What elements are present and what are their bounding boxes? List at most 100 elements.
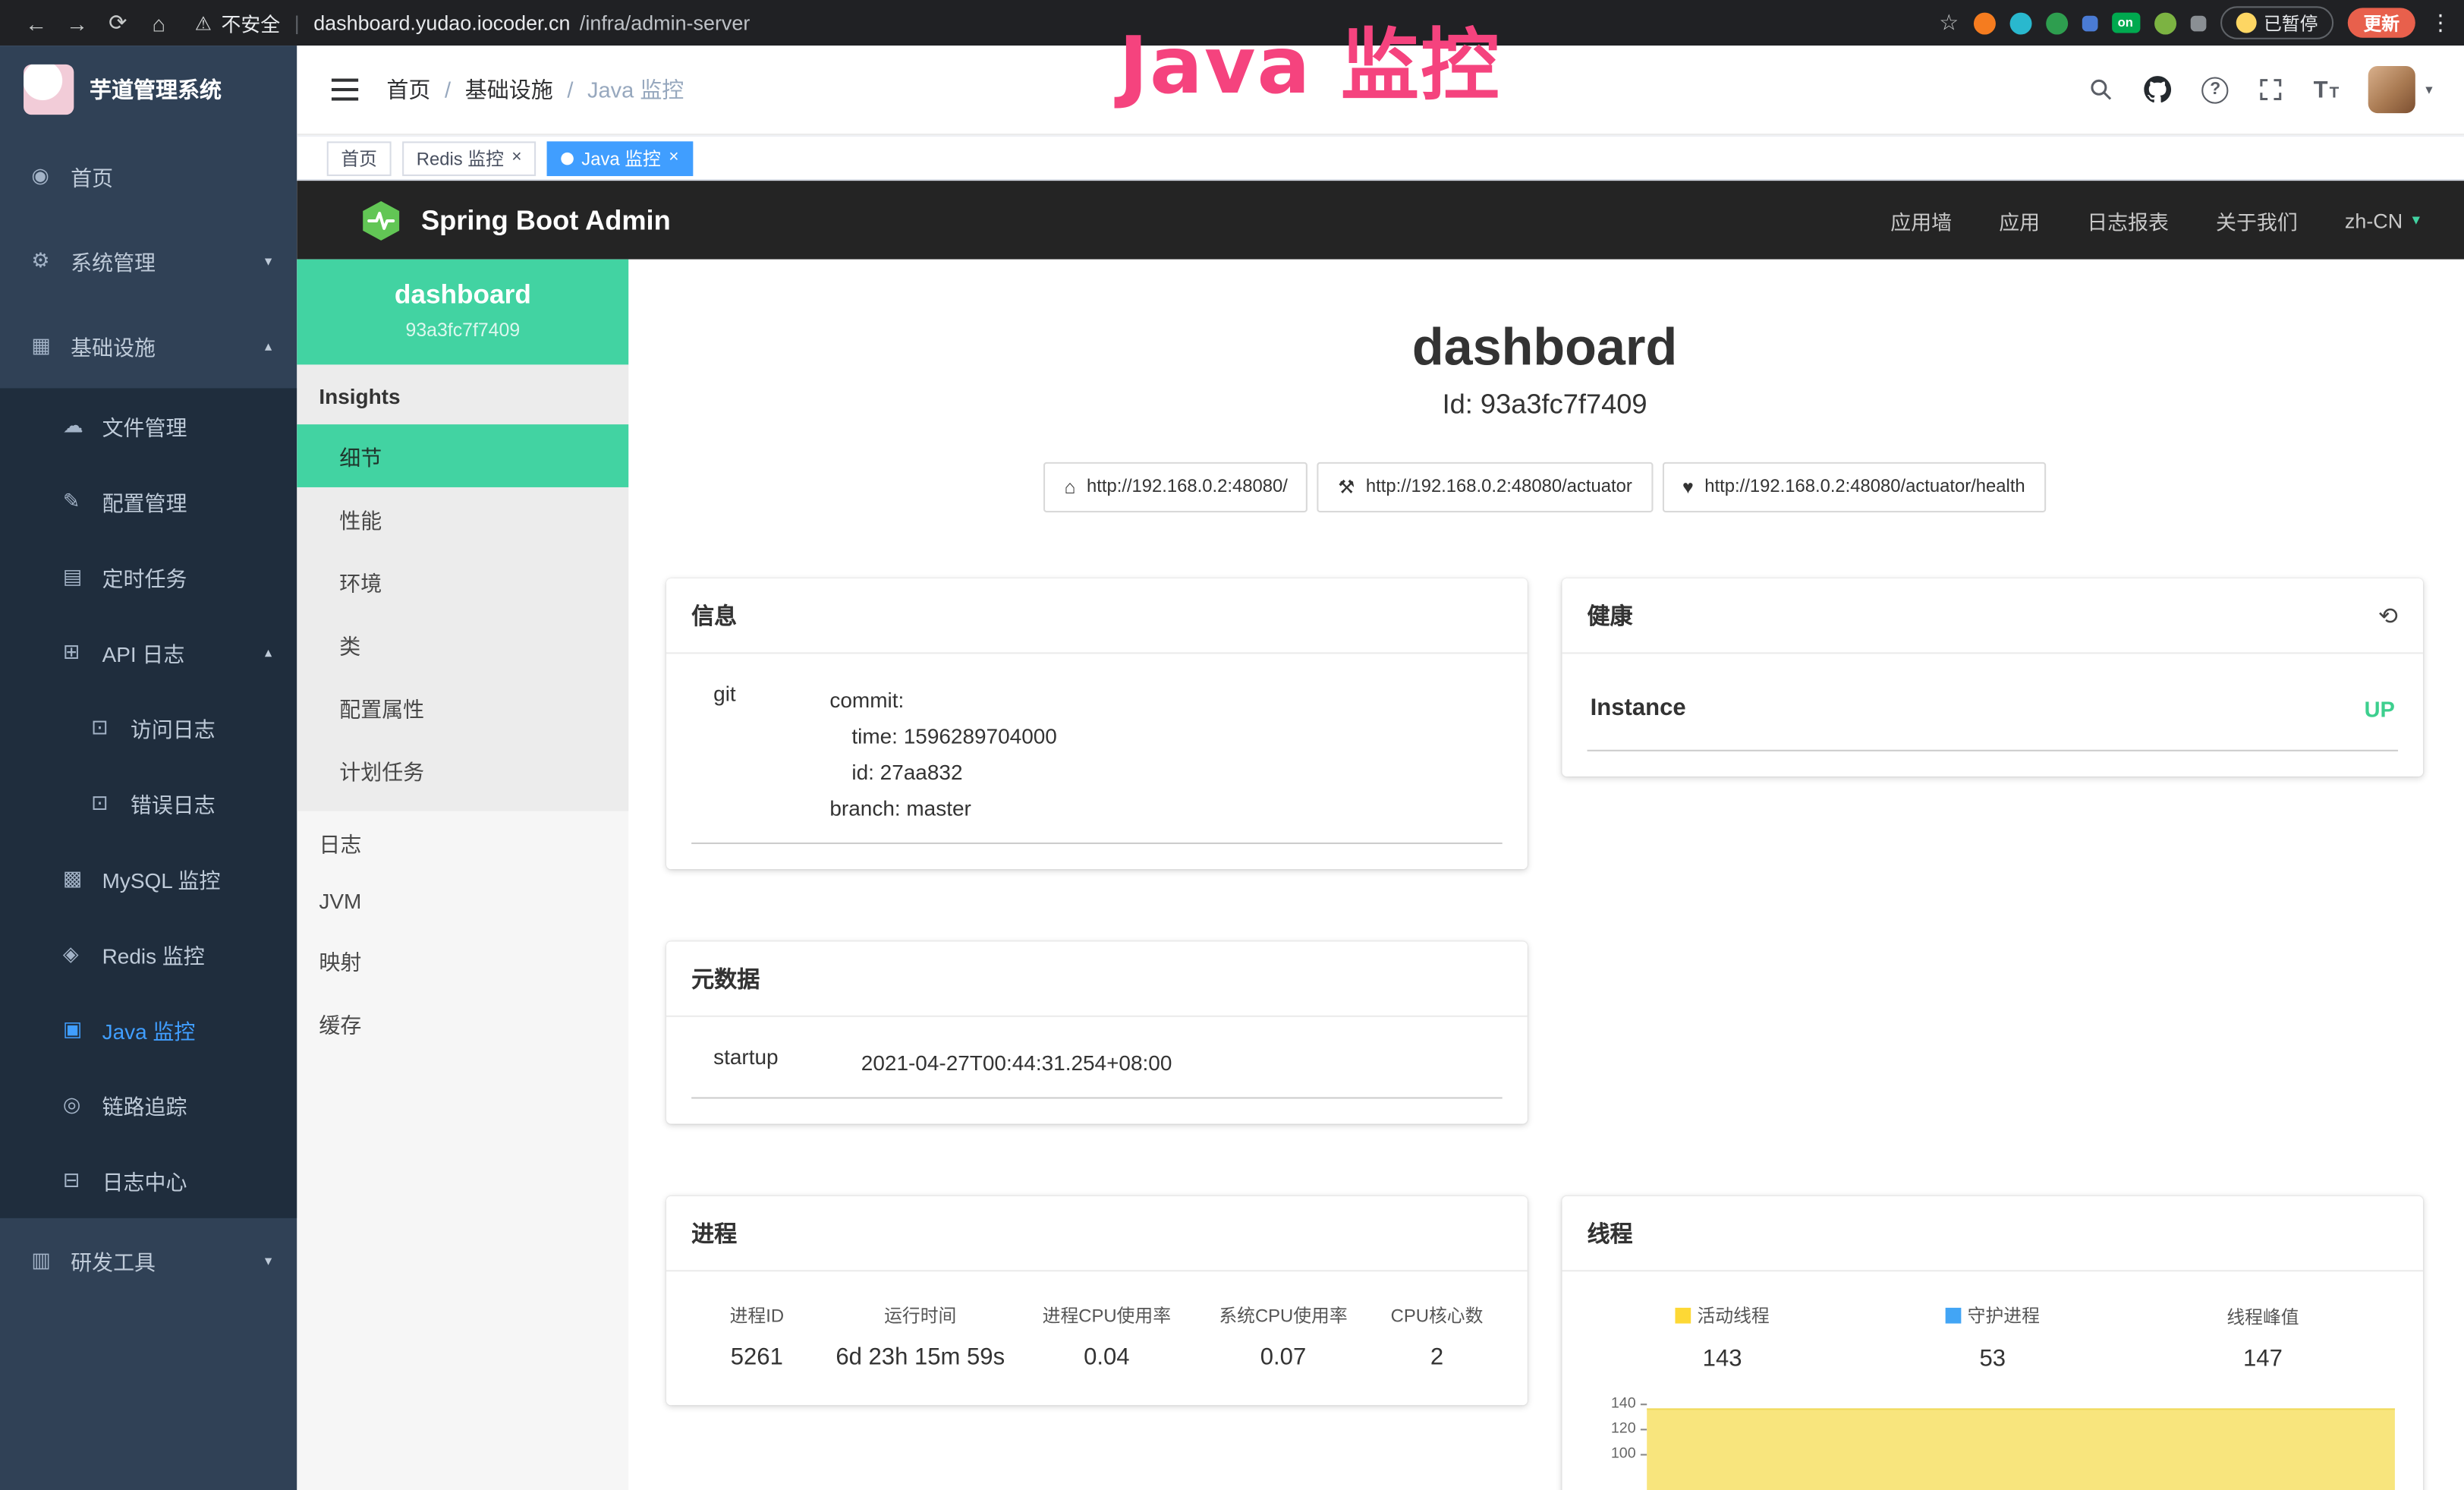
sidebar-item-devtools[interactable]: ▥ 研发工具 ▾	[0, 1218, 297, 1303]
extension-icon-2[interactable]	[2009, 12, 2031, 34]
tab-label: Java 监控	[581, 146, 661, 171]
service-url-button[interactable]: ⌂ http://192.168.0.2:48080/	[1044, 462, 1308, 512]
sba-item-caches[interactable]: 缓存	[297, 992, 628, 1055]
tab-redis[interactable]: Redis 监控 ×	[402, 140, 536, 175]
sba-nav-wall[interactable]: 应用墙	[1890, 205, 1952, 235]
address-bar[interactable]: ⚠ 不安全 | dashboard.yudao.iocoder.cn/infra…	[195, 8, 751, 37]
sba-language-select[interactable]: zh-CN ▾	[2345, 208, 2420, 232]
sba-item-details[interactable]: 细节	[297, 424, 628, 487]
breadcrumb-home[interactable]: 首页	[386, 74, 430, 105]
sba-instance-header[interactable]: dashboard 93a3fc7f7409	[297, 260, 628, 365]
chevron-up-icon: ▴	[265, 644, 272, 661]
actuator-url-button[interactable]: ⚒ http://192.168.0.2:48080/actuator	[1317, 462, 1653, 512]
sidebar-item-home[interactable]: ◉ 首页	[0, 134, 297, 219]
sba-item-environment[interactable]: 环境	[297, 550, 628, 613]
bookmark-star-icon[interactable]: ☆	[1939, 9, 1959, 36]
history-icon[interactable]: ⟲	[2378, 601, 2398, 629]
sba-item-jvm[interactable]: JVM	[297, 874, 628, 928]
chevron-down-icon: ▾	[2425, 81, 2432, 99]
process-stat-value: 2	[1371, 1344, 1502, 1371]
update-button[interactable]: 更新	[2348, 8, 2415, 37]
error-log-icon: ⊡	[91, 791, 131, 816]
browser-actions: ☆ on 已暂停 更新 ⋮	[1939, 6, 2448, 39]
log-icon: ⊞	[63, 640, 102, 665]
java-monitor-icon: ▣	[63, 1017, 102, 1042]
sba-item-logfile[interactable]: 日志	[297, 811, 628, 874]
sba-brand[interactable]: Spring Boot Admin	[360, 199, 671, 241]
sba-item-scheduled[interactable]: 计划任务	[297, 739, 628, 802]
url-path[interactable]: /infra/admin-server	[580, 11, 750, 34]
extension-icon-1[interactable]	[1973, 12, 1995, 34]
tab-home[interactable]: 首页	[327, 140, 392, 175]
paused-badge[interactable]: 已暂停	[2220, 6, 2333, 39]
sidebar-item-config[interactable]: ✎ 配置管理	[0, 464, 297, 539]
user-menu[interactable]: ▾	[2369, 66, 2433, 113]
process-stat: CPU核心数 2	[1371, 1303, 1502, 1371]
search-icon[interactable]	[2088, 77, 2113, 102]
thread-stat: 活动线程 143	[1588, 1303, 1858, 1372]
thread-stat: 线程峰值 147	[2128, 1303, 2398, 1372]
service-url-label: http://192.168.0.2:48080/	[1087, 478, 1288, 497]
close-icon[interactable]: ×	[669, 150, 678, 167]
sidebar-item-infra[interactable]: ▦ 基础设施 ▴	[0, 304, 297, 389]
sidebar-item-label: 链路追踪	[102, 1089, 187, 1120]
sba-logo-icon	[360, 199, 402, 241]
github-icon[interactable]	[2144, 75, 2172, 103]
health-url-button[interactable]: ♥ http://192.168.0.2:48080/actuator/heal…	[1662, 462, 2045, 512]
extension-on-badge[interactable]: on	[2111, 13, 2139, 33]
thread-stat-value: 53	[1858, 1346, 2128, 1372]
daemon-threads-legend-swatch	[1946, 1308, 1962, 1324]
startup-value: 2021-04-27T00:44:31.254+08:00	[861, 1045, 1503, 1082]
sidebar-item-trace[interactable]: ◎ 链路追踪	[0, 1067, 297, 1142]
extension-icon-6[interactable]	[2154, 12, 2176, 34]
extension-icon-4[interactable]	[2082, 15, 2097, 31]
close-icon[interactable]: ×	[511, 150, 521, 167]
url-host[interactable]: dashboard.yudao.iocoder.cn	[313, 11, 570, 34]
font-size-small-glyph: T	[2330, 84, 2340, 102]
sidebar-item-system[interactable]: ⚙ 系统管理 ▾	[0, 219, 297, 304]
sba-item-configprops[interactable]: 配置属性	[297, 676, 628, 739]
instance-id-subtitle: Id: 93a3fc7f7409	[666, 388, 2423, 421]
breadcrumb-infra[interactable]: 基础设施	[465, 74, 553, 105]
sba-nav-applications[interactable]: 应用	[1999, 205, 2040, 235]
sidebar-item-accesslog[interactable]: ⊡ 访问日志	[0, 690, 297, 765]
avatar[interactable]	[2369, 66, 2416, 113]
threads-card-title: 线程	[1562, 1196, 2423, 1271]
refresh-icon[interactable]: ⟳	[97, 9, 138, 36]
info-card-title: 信息	[666, 578, 1528, 654]
paused-badge-label: 已暂停	[2264, 10, 2318, 35]
help-icon[interactable]: ?	[2202, 76, 2229, 102]
sidebar-item-job[interactable]: ▤ 定时任务	[0, 539, 297, 614]
sidebar-item-mysql[interactable]: ▩ MySQL 监控	[0, 841, 297, 916]
instance-health-row[interactable]: Instance UP	[1588, 682, 2399, 751]
sidebar-item-errorlog[interactable]: ⊡ 错误日志	[0, 765, 297, 840]
eye-icon: ◎	[63, 1092, 102, 1117]
app-logo[interactable]: 芋道管理系统	[0, 46, 297, 134]
hamburger-icon[interactable]	[332, 79, 358, 101]
sba-item-mappings[interactable]: 映射	[297, 929, 628, 992]
browser-home-icon[interactable]: ⌂	[138, 10, 179, 35]
browser-menu-icon[interactable]: ⋮	[2429, 9, 2448, 36]
extensions-puzzle-icon[interactable]	[2190, 15, 2206, 31]
tab-java[interactable]: Java 监控 ×	[547, 140, 693, 175]
font-size-icon[interactable]: TT	[2314, 76, 2340, 102]
back-icon[interactable]: ←	[16, 10, 57, 35]
thread-stat-value: 143	[1588, 1346, 1858, 1372]
sba-body: dashboard 93a3fc7f7409 Insights 细节 性能 环境…	[297, 260, 2464, 1490]
sba-nav-journal[interactable]: 日志报表	[2087, 205, 2169, 235]
not-secure-warning-icon: ⚠	[195, 12, 212, 34]
sidebar-item-apilog[interactable]: ⊞ API 日志 ▴	[0, 615, 297, 690]
forward-icon[interactable]: →	[57, 10, 98, 35]
sidebar-item-file[interactable]: ☁ 文件管理	[0, 388, 297, 463]
fullscreen-icon[interactable]	[2258, 77, 2283, 102]
sidebar-item-logcenter[interactable]: ⊟ 日志中心	[0, 1142, 297, 1218]
process-stat-label: 运行时间	[822, 1303, 1018, 1328]
sba-item-metrics[interactable]: 性能	[297, 487, 628, 550]
security-label[interactable]: 不安全	[221, 8, 280, 37]
sba-nav-about[interactable]: 关于我们	[2216, 205, 2298, 235]
sidebar-item-java[interactable]: ▣ Java 监控	[0, 992, 297, 1067]
sidebar-item-redis[interactable]: ◈ Redis 监控	[0, 916, 297, 991]
sba-item-classes[interactable]: 类	[297, 613, 628, 676]
extension-icon-3[interactable]	[2045, 12, 2067, 34]
breadcrumb-separator: /	[567, 77, 573, 102]
